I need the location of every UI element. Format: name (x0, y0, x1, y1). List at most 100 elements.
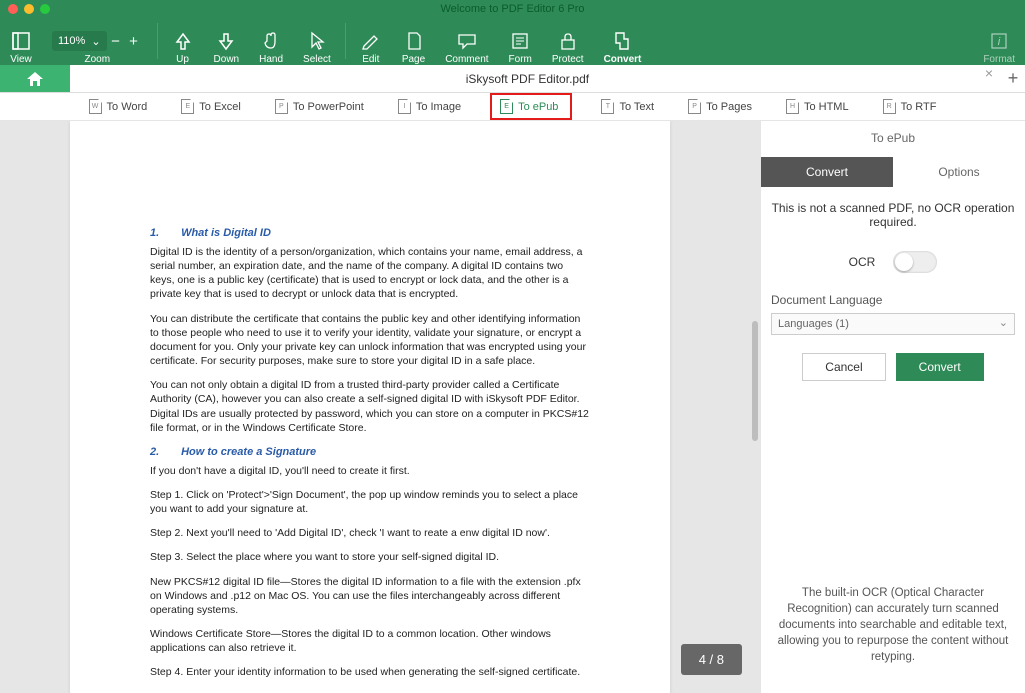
edit-button[interactable]: Edit (350, 21, 392, 65)
up-label: Up (176, 54, 189, 65)
zoom-in-button[interactable]: + (125, 33, 143, 50)
convert-button[interactable]: Convert (594, 21, 652, 65)
comment-button[interactable]: Comment (435, 21, 498, 65)
body-text: Step 4. Enter your identity information … (150, 665, 590, 679)
zoom-group: 110% ⌄ − + (52, 31, 143, 51)
image-file-icon: I (398, 99, 411, 114)
comment-label: Comment (445, 54, 488, 65)
window-titlebar: Welcome to PDF Editor 6 Pro (0, 0, 1025, 18)
body-text: You can not only obtain a digital ID fro… (150, 378, 590, 435)
document-viewer[interactable]: 1. What is Digital ID Digital ID is the … (0, 121, 760, 693)
home-button[interactable] (0, 65, 70, 92)
minimize-window-button[interactable] (24, 4, 34, 14)
main-area: 1. What is Digital ID Digital ID is the … (0, 121, 1025, 693)
heading-1-title: What is Digital ID (181, 227, 271, 239)
page-button[interactable]: Page (392, 21, 435, 65)
page-content: 1. What is Digital ID Digital ID is the … (70, 121, 670, 693)
comment-icon (456, 30, 478, 52)
down-label: Down (214, 54, 240, 65)
heading-2: 2. How to create a Signature (150, 445, 590, 460)
pencil-icon (360, 30, 382, 52)
chevron-down-icon: ⌄ (91, 35, 100, 48)
protect-button[interactable]: Protect (542, 21, 594, 65)
vertical-scrollbar-thumb[interactable] (752, 321, 758, 441)
body-text: Digital ID is the identity of a person/o… (150, 245, 590, 302)
svg-text:i: i (998, 36, 1001, 48)
ocr-label: OCR (849, 255, 876, 269)
down-button[interactable]: Down (204, 21, 250, 65)
form-button[interactable]: Form (499, 21, 542, 65)
zoom-out-button[interactable]: − (107, 33, 125, 50)
to-pages-button[interactable]: PTo Pages (683, 96, 757, 117)
pages-file-icon: P (688, 99, 701, 114)
to-image-button[interactable]: I To Image (393, 96, 466, 117)
cancel-button[interactable]: Cancel (802, 353, 885, 381)
heading-1: 1. What is Digital ID (150, 226, 590, 241)
to-rtf-button[interactable]: R To RTF (878, 96, 942, 117)
body-text: Step 1. Click on 'Protect'>'Sign Documen… (150, 488, 590, 516)
hand-icon (260, 30, 282, 52)
body-text: If you don't have a digital ID, you'll n… (150, 464, 590, 478)
html-file-icon: H (786, 99, 799, 114)
page-icon (403, 30, 425, 52)
convert-targets-bar: WTo Word ETo Excel PTo PowerPoint I To Im… (0, 93, 1025, 121)
convert-icon (611, 30, 633, 52)
heading-2-num: 2. (150, 445, 178, 460)
to-image-label: To Image (416, 101, 461, 113)
to-rtf-label: To RTF (901, 101, 937, 113)
text-file-icon: T (601, 99, 614, 114)
form-label: Form (509, 54, 532, 65)
close-window-button[interactable] (8, 4, 18, 14)
up-button[interactable]: Up (162, 21, 204, 65)
select-button[interactable]: Select (293, 21, 341, 65)
convert-action-button[interactable]: Convert (896, 353, 984, 381)
ocr-description: The built-in OCR (Optical Character Reco… (761, 585, 1025, 693)
tab-convert[interactable]: Convert (761, 157, 893, 187)
app-title: Welcome to PDF Editor 6 Pro (440, 3, 584, 15)
hand-button[interactable]: Hand (249, 21, 293, 65)
home-icon (25, 70, 45, 88)
rtf-file-icon: R (883, 99, 896, 114)
document-tab[interactable]: iSkysoft PDF Editor.pdf (70, 65, 985, 92)
side-panel-title: To ePub (761, 121, 1025, 157)
excel-file-icon: E (181, 99, 194, 114)
zoom-select[interactable]: 110% ⌄ (52, 31, 107, 51)
body-text: Windows Certificate Store—Stores the dig… (150, 627, 590, 655)
tab-options[interactable]: Options (893, 157, 1025, 187)
to-word-button[interactable]: WTo Word (84, 96, 153, 117)
to-text-label: To Text (619, 101, 654, 113)
language-select[interactable]: Languages (1) (771, 313, 1015, 335)
to-html-button[interactable]: HTo HTML (781, 96, 854, 117)
view-icon (10, 30, 32, 52)
to-powerpoint-button[interactable]: PTo PowerPoint (270, 96, 369, 117)
page-label: Page (402, 54, 425, 65)
to-epub-button[interactable]: E To ePub (490, 93, 572, 120)
ocr-row: OCR (771, 251, 1015, 273)
select-label: Select (303, 54, 331, 65)
format-button[interactable]: i Format (973, 21, 1025, 65)
scan-status-message: This is not a scanned PDF, no OCR operat… (771, 201, 1015, 229)
edit-label: Edit (362, 54, 379, 65)
body-text: Step 2. Next you'll need to 'Add Digital… (150, 526, 590, 540)
view-button[interactable]: View (0, 21, 42, 65)
new-tab-button[interactable]: + (1001, 65, 1025, 92)
heading-1-num: 1. (150, 226, 178, 241)
language-value: Languages (1) (778, 318, 849, 330)
to-epub-label: To ePub (518, 101, 558, 113)
to-word-label: To Word (107, 101, 148, 113)
to-excel-button[interactable]: ETo Excel (176, 96, 246, 117)
close-tab-button[interactable]: × (985, 65, 993, 92)
lock-icon (557, 30, 579, 52)
side-panel: To ePub Convert Options This is not a sc… (760, 121, 1025, 693)
document-tabbar: iSkysoft PDF Editor.pdf × + (0, 65, 1025, 93)
hand-label: Hand (259, 54, 283, 65)
to-text-button[interactable]: T To Text (596, 96, 659, 117)
side-panel-tabs: Convert Options (761, 157, 1025, 187)
zoom-window-button[interactable] (40, 4, 50, 14)
body-text: You can distribute the certificate that … (150, 312, 590, 369)
epub-file-icon: E (500, 99, 513, 114)
zoom-label: Zoom (84, 54, 110, 65)
ocr-toggle[interactable] (893, 251, 937, 273)
protect-label: Protect (552, 54, 584, 65)
document-tab-title: iSkysoft PDF Editor.pdf (466, 72, 589, 86)
